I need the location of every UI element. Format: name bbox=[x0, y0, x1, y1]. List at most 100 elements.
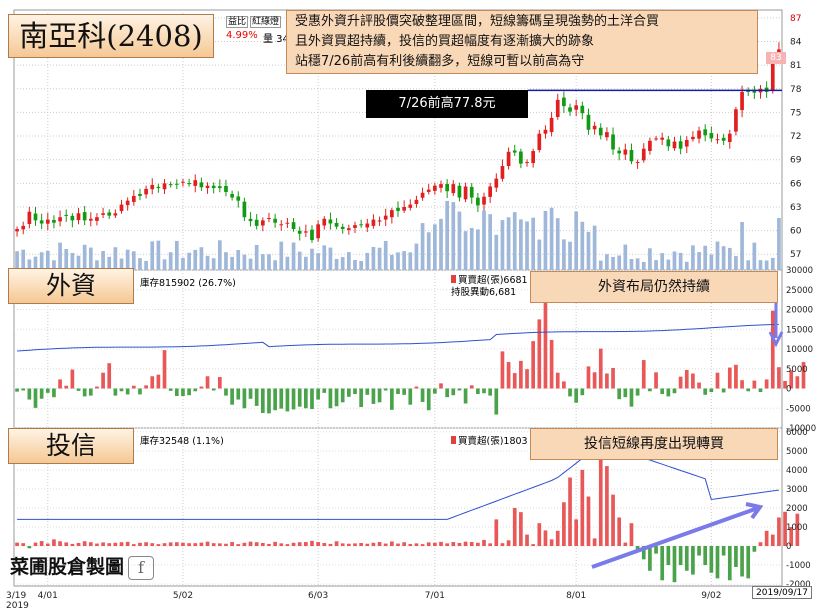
candle-body bbox=[482, 196, 486, 205]
foreign-bar bbox=[672, 388, 677, 394]
trust-bar bbox=[715, 546, 720, 579]
trust-bar bbox=[199, 542, 204, 547]
candle-body bbox=[598, 127, 603, 136]
candle-body bbox=[549, 117, 554, 133]
trust-bar bbox=[58, 541, 62, 547]
candle-body bbox=[365, 223, 370, 228]
volume-bar bbox=[592, 225, 597, 270]
foreign-bar bbox=[113, 388, 118, 396]
trust-bar bbox=[525, 534, 529, 547]
trust-bar bbox=[414, 543, 419, 547]
candle-body bbox=[691, 136, 695, 140]
trust-bar bbox=[224, 543, 228, 547]
price-y-tick: 78 bbox=[790, 85, 802, 95]
page-title: 南亞科(2408) bbox=[8, 14, 214, 58]
volume-bar bbox=[721, 246, 726, 270]
trust-bar bbox=[549, 539, 554, 547]
trust-bar bbox=[230, 542, 234, 547]
facebook-icon[interactable]: f bbox=[128, 556, 155, 580]
tab-pe[interactable]: 益比 bbox=[226, 16, 249, 28]
trust-bar bbox=[402, 542, 406, 547]
trust-bar bbox=[703, 546, 708, 566]
foreign-bar bbox=[426, 388, 431, 411]
volume-bar bbox=[678, 252, 683, 270]
candle-body bbox=[426, 189, 431, 192]
volume-bar bbox=[21, 249, 26, 270]
trust-bar bbox=[156, 544, 161, 547]
candle-body bbox=[248, 218, 253, 222]
trust-bar bbox=[592, 538, 597, 547]
candle-body bbox=[76, 213, 81, 221]
volume-bar bbox=[568, 241, 572, 270]
trust-y-tick: 3000 bbox=[786, 485, 808, 495]
watermark: 菜圃股倉製圖 f bbox=[10, 552, 160, 584]
trust-bar bbox=[316, 542, 320, 547]
candle-body bbox=[52, 219, 56, 223]
foreign-bar bbox=[224, 388, 228, 396]
volume-bar bbox=[574, 211, 579, 270]
candle-body bbox=[580, 105, 585, 114]
candle-body bbox=[236, 196, 241, 201]
foreign-bar bbox=[764, 379, 769, 389]
trust-bar bbox=[764, 530, 769, 547]
trust-bar bbox=[131, 544, 136, 547]
x-tick-label: 7/01 bbox=[425, 591, 445, 601]
volume-bar bbox=[635, 258, 640, 270]
volume-bar bbox=[482, 210, 486, 270]
candle-body bbox=[242, 201, 247, 218]
trust-bar bbox=[445, 543, 449, 547]
candle-body bbox=[408, 204, 413, 208]
foreign-bar bbox=[777, 367, 781, 389]
trust-bar bbox=[95, 543, 99, 547]
foreign-bar bbox=[721, 388, 726, 393]
foreign-bar bbox=[519, 360, 523, 389]
trust-bar bbox=[506, 540, 511, 547]
volume-bar bbox=[623, 244, 628, 270]
volume-bar bbox=[291, 242, 296, 270]
trust-bar bbox=[672, 546, 677, 583]
foreign-bar bbox=[138, 388, 142, 395]
foreign-bar bbox=[359, 388, 363, 408]
foreign-bar bbox=[463, 388, 468, 404]
volume-bar bbox=[267, 254, 271, 270]
candle-body bbox=[303, 231, 308, 233]
foreign-bar bbox=[476, 388, 480, 395]
trust-bar bbox=[678, 546, 683, 566]
price-y-tick: 84 bbox=[790, 38, 802, 48]
volume-bar bbox=[617, 255, 622, 270]
trust-bar bbox=[242, 542, 247, 547]
candle-body bbox=[168, 184, 173, 186]
trust-bar bbox=[15, 542, 19, 547]
trust-bar bbox=[193, 543, 198, 547]
tab-traffic-light[interactable]: 紅綠燈 bbox=[250, 16, 282, 28]
candle-body bbox=[752, 90, 757, 93]
volume-bar bbox=[377, 247, 382, 270]
trust-y-tick: -1000 bbox=[786, 561, 811, 571]
candle-body bbox=[359, 224, 363, 226]
trust-bar bbox=[383, 543, 388, 547]
volume-bar bbox=[445, 200, 449, 270]
trust-bar bbox=[770, 534, 775, 547]
foreign-bar bbox=[310, 388, 314, 410]
trust-bar bbox=[439, 541, 443, 547]
volume-bar bbox=[365, 252, 370, 270]
foreign-bar bbox=[334, 388, 339, 407]
foreign-banner: 外資布局仍然持續 bbox=[530, 271, 778, 303]
foreign-bar bbox=[119, 388, 124, 392]
candle-body bbox=[445, 183, 449, 192]
foreign-bar bbox=[285, 388, 290, 412]
volume-bar bbox=[451, 202, 456, 270]
volume-bar bbox=[260, 254, 265, 270]
volume-bar bbox=[426, 232, 431, 270]
volume-bar bbox=[598, 260, 603, 270]
volume-bar bbox=[371, 247, 376, 270]
candle-body bbox=[162, 183, 167, 190]
candle-body bbox=[138, 194, 142, 196]
trust-bar bbox=[162, 543, 167, 547]
trust-bar bbox=[660, 546, 665, 581]
candle-body bbox=[27, 211, 32, 224]
trust-bar bbox=[746, 546, 751, 579]
volume-bar bbox=[353, 260, 357, 270]
foreign-bar bbox=[586, 366, 591, 389]
trust-bar bbox=[150, 543, 155, 547]
